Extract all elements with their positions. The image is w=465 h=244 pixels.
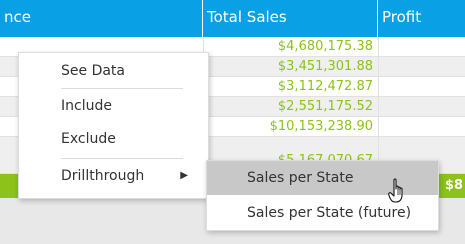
total-sales-cell: $4,680,175.38 <box>277 39 373 54</box>
context-menu: See Data Include Exclude Drillthrough ▶ <box>18 52 209 199</box>
total-sales-cell: $10,153,238.90 <box>269 119 373 134</box>
menu-item-label: Include <box>61 98 112 114</box>
menu-item-exclude[interactable]: Exclude <box>19 127 208 151</box>
column-header-label: Profit <box>382 8 422 26</box>
menu-item-label: Drillthrough <box>61 168 145 184</box>
column-header-label: Total Sales <box>207 8 287 26</box>
menu-separator <box>61 158 183 159</box>
total-sales-cell: $3,112,472.87 <box>277 79 373 94</box>
menu-item-label: Exclude <box>61 131 116 147</box>
submenu-item-label: Sales per State (future) <box>247 205 412 221</box>
menu-item-see-data[interactable]: See Data <box>19 59 208 83</box>
total-sales-cell: $3,451,301.88 <box>277 59 373 74</box>
grid-header: nce Total Sales Profit <box>0 0 465 37</box>
hand-pointer-icon <box>388 178 403 203</box>
menu-item-drillthrough[interactable]: Drillthrough ▶ <box>19 164 208 188</box>
column-header-label: nce <box>4 8 31 26</box>
grand-total-value: $8 <box>445 178 464 193</box>
column-header-profit[interactable]: Profit <box>378 0 465 37</box>
column-header-balance[interactable]: nce <box>0 0 203 37</box>
chevron-right-icon: ▶ <box>180 170 188 181</box>
submenu-item-label: Sales per State <box>247 170 354 186</box>
menu-separator <box>61 88 183 89</box>
column-header-total-sales[interactable]: Total Sales <box>203 0 378 37</box>
menu-item-include[interactable]: Include <box>19 94 208 118</box>
menu-item-label: See Data <box>61 63 125 79</box>
total-sales-cell: $2,551,175.52 <box>277 99 373 114</box>
